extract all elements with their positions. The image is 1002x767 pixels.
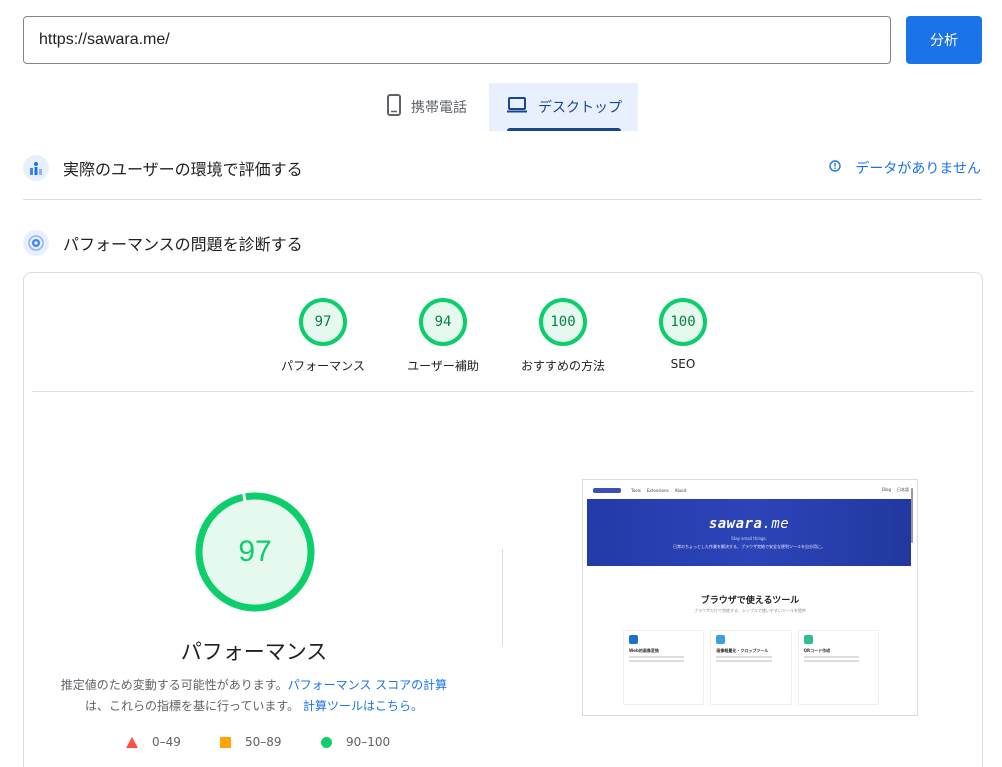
analyze-button[interactable]: 分析 — [906, 16, 982, 64]
desc-text: 推定値のため変動する可能性があります。 — [60, 678, 288, 692]
score-value: 97 — [314, 314, 332, 330]
diagnose-title: パフォーマンスの問題を診断する — [63, 235, 303, 254]
thumb-cards: Web的画像変換 画像軽量化・クロップツール QRコード作成 — [623, 630, 879, 705]
smartphone-icon — [387, 94, 411, 120]
field-data-icon — [23, 155, 49, 181]
thumb-nav-link: Blog — [882, 487, 891, 492]
tool-icon — [716, 635, 726, 644]
vertical-separator — [502, 549, 503, 646]
performance-main-score: 97 — [238, 535, 272, 568]
score-value: 94 — [434, 314, 452, 330]
score-calc-link[interactable]: パフォーマンス スコアの計算 — [288, 678, 448, 692]
tab-mobile-label: 携帯電話 — [411, 100, 467, 116]
url-input[interactable]: https://sawara.me/ — [23, 16, 891, 64]
laptop-icon — [506, 97, 538, 117]
tab-mobile[interactable]: 携帯電話 — [373, 83, 489, 131]
score-gauge-seo[interactable]: 100 SEO — [623, 297, 743, 371]
desc-text: は、これらの指標を基に行っています。 — [84, 699, 300, 713]
field-data-title: 実際のユーザーの環境で評価する — [63, 160, 303, 179]
legend-range: 50–89 — [245, 735, 282, 749]
score-value: 100 — [670, 314, 696, 330]
thumb-nav-link: Tools — [631, 487, 641, 493]
page-screenshot-thumbnail[interactable]: Tools Extensions About Blog 日本語 sawara.m… — [582, 479, 918, 716]
legend-fail: 0–49 — [126, 735, 181, 749]
triangle-icon — [126, 736, 138, 748]
thumb-section-title: ブラウザで使えるツール — [700, 596, 800, 606]
thumb-card: 画像軽量化・クロップツール — [710, 630, 792, 705]
circle-icon — [321, 736, 332, 748]
score-gauge-accessibility[interactable]: 94 ユーザー補助 — [383, 297, 503, 374]
score-label: おすすめの方法 — [520, 359, 605, 373]
field-data-header: 実際のユーザーの環境で評価する — [23, 155, 303, 181]
score-label: パフォーマンス — [281, 359, 365, 373]
performance-main-gauge: 97 — [194, 491, 316, 613]
thumb-tagline: Stay small things. — [731, 535, 767, 541]
thumb-navbar: Tools Extensions About Blog 日本語 — [583, 480, 917, 500]
info-icon — [829, 160, 855, 176]
thumb-card: Web的画像変換 — [623, 630, 705, 705]
thumb-brand: sawara.me — [708, 515, 790, 532]
no-data-text: データがありません — [855, 161, 981, 177]
score-label: ユーザー補助 — [407, 359, 479, 373]
tool-icon — [629, 635, 638, 644]
thumb-logo — [593, 487, 621, 493]
legend-average: 50–89 — [220, 735, 282, 749]
thumb-nav-link: 日本語 — [897, 487, 909, 492]
tool-icon — [803, 635, 813, 644]
thumb-scrollbar — [911, 488, 913, 543]
no-data-status: データがありません — [829, 158, 981, 178]
thumb-section-sub: ブラウザだけで完結する、シンプルで使いやすいツールを提供 — [694, 608, 806, 613]
legend-range: 0–49 — [152, 735, 181, 749]
thumb-nav-link: Extensions — [646, 487, 669, 493]
legend-pass: 90–100 — [321, 735, 390, 749]
thumb-card: QRコード作成 — [797, 630, 879, 705]
score-label: SEO — [670, 357, 696, 371]
thumb-hero: sawara.me Stay small things. 日常のちょっとした作業… — [587, 499, 911, 566]
card-divider — [32, 391, 974, 392]
report-card: 97 パフォーマンス 94 ユーザー補助 100 おすすめの方法 100 SEO… — [23, 272, 983, 767]
score-gauge-best-practices[interactable]: 100 おすすめの方法 — [503, 297, 623, 374]
diagnose-icon — [23, 230, 49, 256]
square-icon — [220, 736, 231, 748]
section-divider — [23, 199, 982, 200]
performance-description: 推定値のため変動する可能性があります。パフォーマンス スコアの計算 は、これらの… — [54, 675, 454, 717]
legend-range: 90–100 — [346, 735, 391, 749]
calculator-link[interactable]: 計算ツールはこちら。 — [303, 699, 423, 713]
thumb-hero-desc: 日常のちょっとした作業を解決する、ブラウザ完結で安全な便利ツールを自分用に。 — [673, 543, 825, 549]
score-value: 100 — [550, 314, 576, 330]
tab-desktop[interactable]: デスクトップ — [489, 83, 638, 131]
tab-desktop-label: デスクトップ — [538, 100, 622, 116]
diagnose-header: パフォーマンスの問題を診断する — [23, 230, 303, 256]
score-gauge-performance[interactable]: 97 パフォーマンス — [263, 297, 383, 374]
thumb-nav-link: About — [674, 487, 687, 493]
performance-main-title: パフォーマンス — [180, 640, 328, 664]
